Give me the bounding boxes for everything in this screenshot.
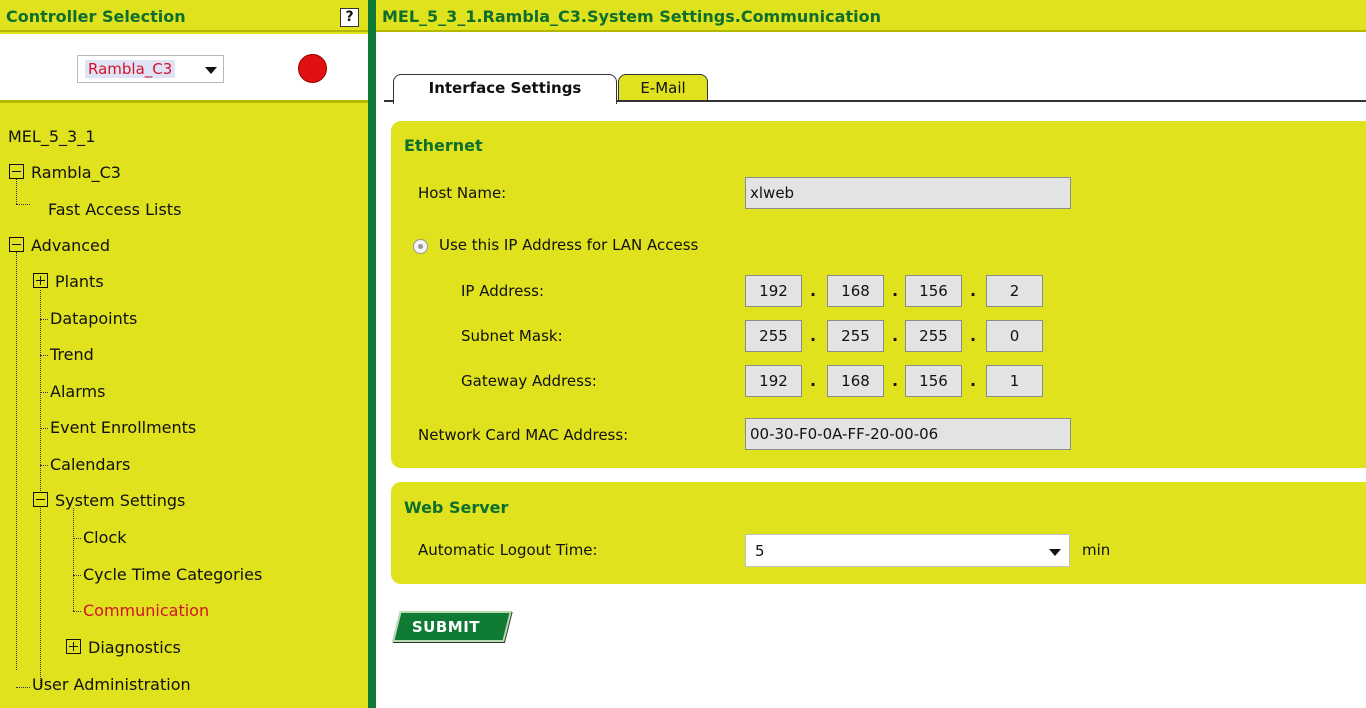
breadcrumb: MEL_5_3_1.Rambla_C3.System Settings.Comm… (382, 7, 881, 26)
dot-separator: . (810, 281, 817, 300)
dot-separator: . (892, 371, 899, 390)
tree-item-user-administration[interactable]: User Administration (32, 675, 191, 694)
tab-email[interactable]: E-Mail (618, 74, 708, 102)
tree-line (16, 178, 17, 204)
subnet-octet-4[interactable]: 0 (986, 320, 1043, 352)
lan-access-label: Use this IP Address for LAN Access (439, 236, 699, 254)
dot-separator: . (810, 371, 817, 390)
ip-address-label: IP Address: (461, 282, 545, 300)
mac-address-label: Network Card MAC Address: (418, 426, 629, 444)
unit-label: min (1082, 541, 1111, 559)
tree-item-plants[interactable]: Plants (55, 272, 104, 291)
section-title: Ethernet (404, 136, 483, 155)
tree-item-trend[interactable]: Trend (50, 345, 94, 364)
controller-dropdown-value: Rambla_C3 (85, 60, 176, 78)
collapse-icon[interactable] (9, 237, 24, 252)
tree-line (40, 428, 48, 429)
gateway-octet-3[interactable]: 156 (905, 365, 962, 397)
tree-item-advanced[interactable]: Advanced (31, 236, 110, 255)
web-server-section: Web Server Automatic Logout Time: 5 min (391, 482, 1366, 584)
tree-line (16, 204, 30, 205)
expand-icon[interactable] (33, 273, 48, 288)
tree-line (40, 319, 48, 320)
chevron-down-icon (205, 67, 217, 74)
status-indicator-icon (298, 54, 327, 83)
mac-address-field: 00-30-F0-0A-FF-20-00-06 (745, 418, 1071, 450)
tree-line (40, 355, 48, 356)
tree-item-event-enrollments[interactable]: Event Enrollments (50, 418, 196, 437)
subnet-octet-2[interactable]: 255 (827, 320, 884, 352)
tree-item-root[interactable]: MEL_5_3_1 (8, 127, 95, 146)
lan-access-radio[interactable] (413, 239, 428, 254)
subnet-octet-3[interactable]: 255 (905, 320, 962, 352)
submit-label: SUBMIT (411, 618, 481, 636)
controller-selector-area: Rambla_C3 (0, 34, 368, 100)
tree-item-datapoints[interactable]: Datapoints (50, 309, 137, 328)
tree-line (40, 290, 41, 687)
tree-line (16, 252, 17, 670)
dot-separator: . (892, 326, 899, 345)
controller-pane: Controller Selection ? Rambla_C3 MEL_5_3… (0, 0, 368, 708)
tree-item-calendars[interactable]: Calendars (50, 455, 130, 474)
collapse-icon[interactable] (33, 492, 48, 507)
chevron-down-icon (1049, 549, 1061, 556)
tab-interface-settings[interactable]: Interface Settings (393, 74, 617, 104)
dot-separator: . (970, 371, 977, 390)
controller-dropdown[interactable]: Rambla_C3 (77, 55, 224, 83)
pane-divider[interactable] (368, 0, 376, 708)
subnet-octet-1[interactable]: 255 (745, 320, 802, 352)
gateway-address-label: Gateway Address: (461, 372, 597, 390)
navigation-tree: MEL_5_3_1 Rambla_C3 Fast Access Lists Ad… (0, 110, 368, 708)
ip-octet-4[interactable]: 2 (986, 275, 1043, 307)
dot-separator: . (970, 326, 977, 345)
tree-item-diagnostics[interactable]: Diagnostics (88, 638, 181, 657)
divider (0, 100, 368, 103)
ip-octet-2[interactable]: 168 (827, 275, 884, 307)
gateway-octet-4[interactable]: 1 (986, 365, 1043, 397)
controller-selection-title: Controller Selection (6, 7, 186, 26)
tree-item-fast-access-lists[interactable]: Fast Access Lists (48, 200, 181, 219)
dot-separator: . (810, 326, 817, 345)
logout-time-value: 5 (755, 542, 765, 560)
ip-octet-3[interactable]: 156 (905, 275, 962, 307)
help-icon[interactable]: ? (340, 8, 359, 27)
section-title: Web Server (404, 498, 509, 517)
ip-octet-1[interactable]: 192 (745, 275, 802, 307)
page-header: MEL_5_3_1.Rambla_C3.System Settings.Comm… (376, 0, 1366, 32)
tree-item-cycle-time-categories[interactable]: Cycle Time Categories (83, 565, 262, 584)
tree-item-clock[interactable]: Clock (83, 528, 126, 547)
dot-separator: . (892, 281, 899, 300)
tree-line (16, 687, 30, 688)
ethernet-section: Ethernet Host Name: xlweb Use this IP Ad… (391, 121, 1366, 468)
gateway-octet-1[interactable]: 192 (745, 365, 802, 397)
host-name-field[interactable]: xlweb (745, 177, 1071, 209)
tree-item-controller[interactable]: Rambla_C3 (31, 163, 121, 182)
collapse-icon[interactable] (9, 164, 24, 179)
host-name-label: Host Name: (418, 184, 507, 202)
tree-line (73, 538, 81, 539)
tree-line (40, 465, 48, 466)
subnet-mask-label: Subnet Mask: (461, 327, 563, 345)
logout-time-dropdown[interactable]: 5 (745, 534, 1070, 567)
logout-time-label: Automatic Logout Time: (418, 541, 598, 559)
expand-icon[interactable] (66, 639, 81, 654)
submit-button[interactable]: SUBMIT (392, 611, 512, 642)
tree-item-alarms[interactable]: Alarms (50, 382, 105, 401)
gateway-octet-2[interactable]: 168 (827, 365, 884, 397)
tree-item-communication[interactable]: Communication (83, 601, 209, 620)
dot-separator: . (970, 281, 977, 300)
tree-line (40, 392, 48, 393)
controller-selection-header: Controller Selection ? (0, 0, 368, 32)
tree-item-system-settings[interactable]: System Settings (55, 491, 185, 510)
tree-line (73, 575, 81, 576)
tree-line (73, 611, 81, 612)
tree-line (73, 508, 74, 611)
